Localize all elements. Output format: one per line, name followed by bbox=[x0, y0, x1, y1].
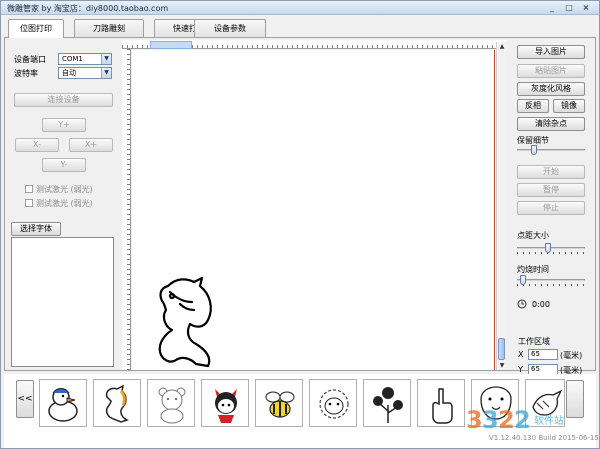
slider-track bbox=[517, 279, 585, 281]
thumbnail-duck[interactable] bbox=[39, 379, 87, 427]
svg-text:软件站: 软件站 bbox=[534, 414, 564, 427]
tab-device-params[interactable]: 设备参数 bbox=[194, 19, 266, 37]
stop-button[interactable]: 停止 bbox=[517, 201, 585, 215]
horizontal-ruler bbox=[122, 40, 506, 49]
baud-value: 自动 bbox=[62, 69, 76, 77]
thumbnail-girl-with-bow[interactable] bbox=[201, 379, 249, 427]
choose-font-button[interactable]: 选择字体 bbox=[11, 222, 61, 236]
horse-drawing bbox=[158, 276, 212, 368]
thumbnail-hand-gesture[interactable] bbox=[417, 379, 465, 427]
import-image-button[interactable]: 导入图片 bbox=[517, 45, 585, 59]
chevron-down-icon[interactable]: ▼ bbox=[101, 68, 111, 78]
thumbnail-bee[interactable] bbox=[255, 379, 303, 427]
slider-ticks bbox=[517, 284, 585, 286]
jog-x-minus-button[interactable]: X- bbox=[15, 138, 59, 152]
port-label: 设备端口 bbox=[14, 55, 46, 64]
window-title: 微雕管家 by 淘宝店：diy8000.taobao.com bbox=[7, 4, 169, 13]
thumbnail-flower-branch[interactable] bbox=[363, 379, 411, 427]
app-window: 微雕管家 by 淘宝店：diy8000.taobao.com _ □ × 位图打… bbox=[0, 0, 600, 449]
title-bar[interactable]: 微雕管家 by 淘宝店：diy8000.taobao.com _ □ × bbox=[1, 1, 599, 15]
sheep-icon bbox=[319, 389, 349, 419]
paste-image-button[interactable]: 粘贴图片 bbox=[517, 64, 585, 78]
font-preview-area[interactable] bbox=[11, 237, 114, 367]
version-text: V1.12.40.130 Build 2015-06-15 bbox=[489, 434, 599, 442]
duck-icon bbox=[48, 388, 78, 422]
ruler-selection bbox=[150, 41, 192, 49]
y-label: Y bbox=[518, 365, 523, 374]
burn-time-slider[interactable] bbox=[517, 275, 585, 287]
image-canvas[interactable] bbox=[132, 50, 496, 370]
burn-time-label: 灼烧时间 bbox=[517, 265, 549, 274]
work-area-label: 工作区域 bbox=[518, 337, 550, 346]
jog-x-plus-button[interactable]: X+ bbox=[69, 138, 113, 152]
timer-readout: 0:00 bbox=[532, 300, 550, 309]
bear-icon bbox=[158, 387, 186, 424]
svg-text:2: 2 bbox=[514, 406, 531, 434]
work-area-edge bbox=[494, 50, 495, 370]
hand-gesture-icon bbox=[432, 388, 453, 424]
clock-icon bbox=[517, 299, 527, 309]
prev-thumbnails-button[interactable]: << bbox=[16, 380, 34, 418]
slider-thumb[interactable] bbox=[531, 145, 537, 155]
tab-path-engrave[interactable]: 刀路雕刻 bbox=[74, 19, 144, 37]
arrow-up-icon[interactable]: ▲ bbox=[497, 42, 507, 51]
thumbnail-bear[interactable] bbox=[147, 379, 195, 427]
work-area-x-input[interactable]: 65 bbox=[528, 349, 558, 360]
slider-thumb[interactable] bbox=[520, 275, 526, 285]
slider-track bbox=[517, 149, 585, 151]
vertical-ruler bbox=[122, 49, 131, 370]
clear-noise-button[interactable]: 清除杂点 bbox=[517, 117, 585, 131]
port-value: COM1 bbox=[62, 55, 83, 63]
engrave-canvas-area: ▲ ▼ bbox=[122, 40, 506, 370]
keep-detail-slider[interactable] bbox=[517, 145, 585, 157]
mirror-button[interactable]: 镜像 bbox=[553, 99, 585, 113]
grayscale-button[interactable]: 灰度化风格 bbox=[517, 82, 585, 96]
thumbnail-sheep[interactable] bbox=[309, 379, 357, 427]
test-laser-strong-checkbox[interactable]: 测试激光 (弱光) bbox=[25, 198, 93, 209]
dot-size-slider[interactable] bbox=[517, 243, 585, 255]
baud-label: 波特率 bbox=[14, 69, 38, 78]
canvas-vertical-scrollbar[interactable]: ▲ ▼ bbox=[496, 42, 506, 370]
checkbox-box[interactable] bbox=[25, 185, 33, 193]
x-unit-label: (毫米) bbox=[560, 351, 583, 360]
thumbnail-strip: << 3 3 2 2 软件站 V1.12.40.130 Build 2015-0… bbox=[4, 374, 599, 448]
close-button[interactable]: × bbox=[579, 2, 593, 13]
slider-thumb[interactable] bbox=[545, 243, 551, 253]
bee-icon bbox=[265, 391, 295, 418]
chevron-down-icon[interactable]: ▼ bbox=[101, 54, 111, 64]
work-area-group: 工作区域 X 65 (毫米) Y 65 (毫米) bbox=[512, 328, 592, 375]
slider-ticks bbox=[517, 252, 585, 254]
jog-y-plus-button[interactable]: Y+ bbox=[42, 118, 86, 132]
maximize-button[interactable]: □ bbox=[562, 2, 576, 13]
test-laser-strong-label: 测试激光 (弱光) bbox=[36, 199, 93, 208]
scrollbar-thumb[interactable] bbox=[498, 338, 505, 360]
flower-branch-icon bbox=[373, 387, 403, 423]
port-select[interactable]: COM1 ▼ bbox=[58, 53, 112, 65]
svg-text:2: 2 bbox=[498, 406, 515, 434]
slider-track bbox=[517, 247, 585, 249]
test-laser-weak-label: 测试激光 (弱光) bbox=[36, 185, 93, 194]
x-label: X bbox=[518, 350, 524, 359]
site-watermark-logo: 3 3 2 2 软件站 bbox=[466, 406, 564, 434]
svg-text:3: 3 bbox=[482, 406, 499, 434]
jog-y-minus-button[interactable]: Y- bbox=[42, 158, 86, 172]
tab-bitmap-print[interactable]: 位图打印 bbox=[8, 19, 64, 38]
test-laser-weak-checkbox[interactable]: 测试激光 (弱光) bbox=[25, 184, 93, 195]
minimize-button[interactable]: _ bbox=[545, 2, 559, 13]
invert-button[interactable]: 反相 bbox=[517, 99, 549, 113]
checkbox-box[interactable] bbox=[25, 199, 33, 207]
dot-size-label: 点距大小 bbox=[517, 231, 549, 240]
baud-select[interactable]: 自动 ▼ bbox=[58, 67, 112, 79]
svg-text:3: 3 bbox=[466, 406, 483, 434]
start-button[interactable]: 开始 bbox=[517, 165, 585, 179]
pause-button[interactable]: 暂停 bbox=[517, 183, 585, 197]
thumbnail-horse[interactable] bbox=[93, 379, 141, 427]
horse-icon bbox=[105, 384, 129, 423]
connect-button[interactable]: 连接设备 bbox=[14, 93, 113, 107]
girl-with-bow-icon bbox=[215, 389, 237, 423]
arrow-down-icon[interactable]: ▼ bbox=[497, 361, 507, 370]
